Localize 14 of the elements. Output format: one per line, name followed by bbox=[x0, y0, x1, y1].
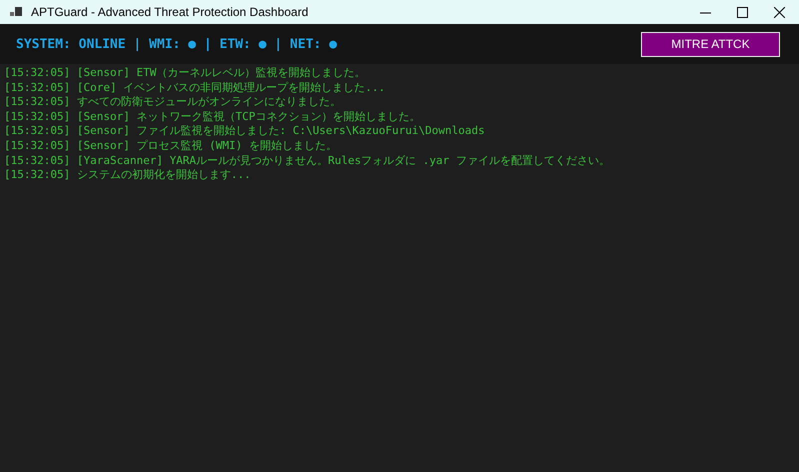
mitre-attck-button[interactable]: MITRE ATTCK bbox=[641, 32, 780, 56]
log-line: [15:32:05] システムの初期化を開始します... bbox=[4, 168, 252, 183]
app-icon bbox=[10, 6, 23, 18]
system-status: SYSTEM: ONLINE | WMI: ● | ETW: ● | NET: ● bbox=[16, 36, 337, 52]
close-icon[interactable] bbox=[774, 6, 785, 18]
log-line: [15:32:05] [Sensor] プロセス監視 (WMI) を開始しました。 bbox=[4, 138, 338, 154]
maximize-icon[interactable] bbox=[737, 6, 748, 18]
log-line: [15:32:05] [Sensor] ETW（カーネルレベル）監視を開始しました。 bbox=[4, 66, 366, 81]
log-line: [15:32:05] [Sensor] ファイル監視を開始しました: C:\Users\KazuoFurui\Downloads bbox=[4, 124, 486, 139]
window-title: APTGuard - Advanced Threat Protection Dashboard bbox=[31, 5, 310, 19]
log-line: [15:32:05] [Sensor] ネットワーク監視（TCPコネクション）を開始しました。 bbox=[4, 110, 422, 124]
log-line: [15:32:05] [Core] イベントバスの非同期処理ループを開始しました... bbox=[4, 80, 386, 96]
log-line: [15:32:05] [YaraScanner] YARAルールが見つかりません。Rulesフォルダに .yar ファイルを配置してください。 bbox=[4, 154, 611, 168]
log-line: [15:32:05] すべての防衛モジュールがオンラインになりました。 bbox=[4, 95, 342, 110]
